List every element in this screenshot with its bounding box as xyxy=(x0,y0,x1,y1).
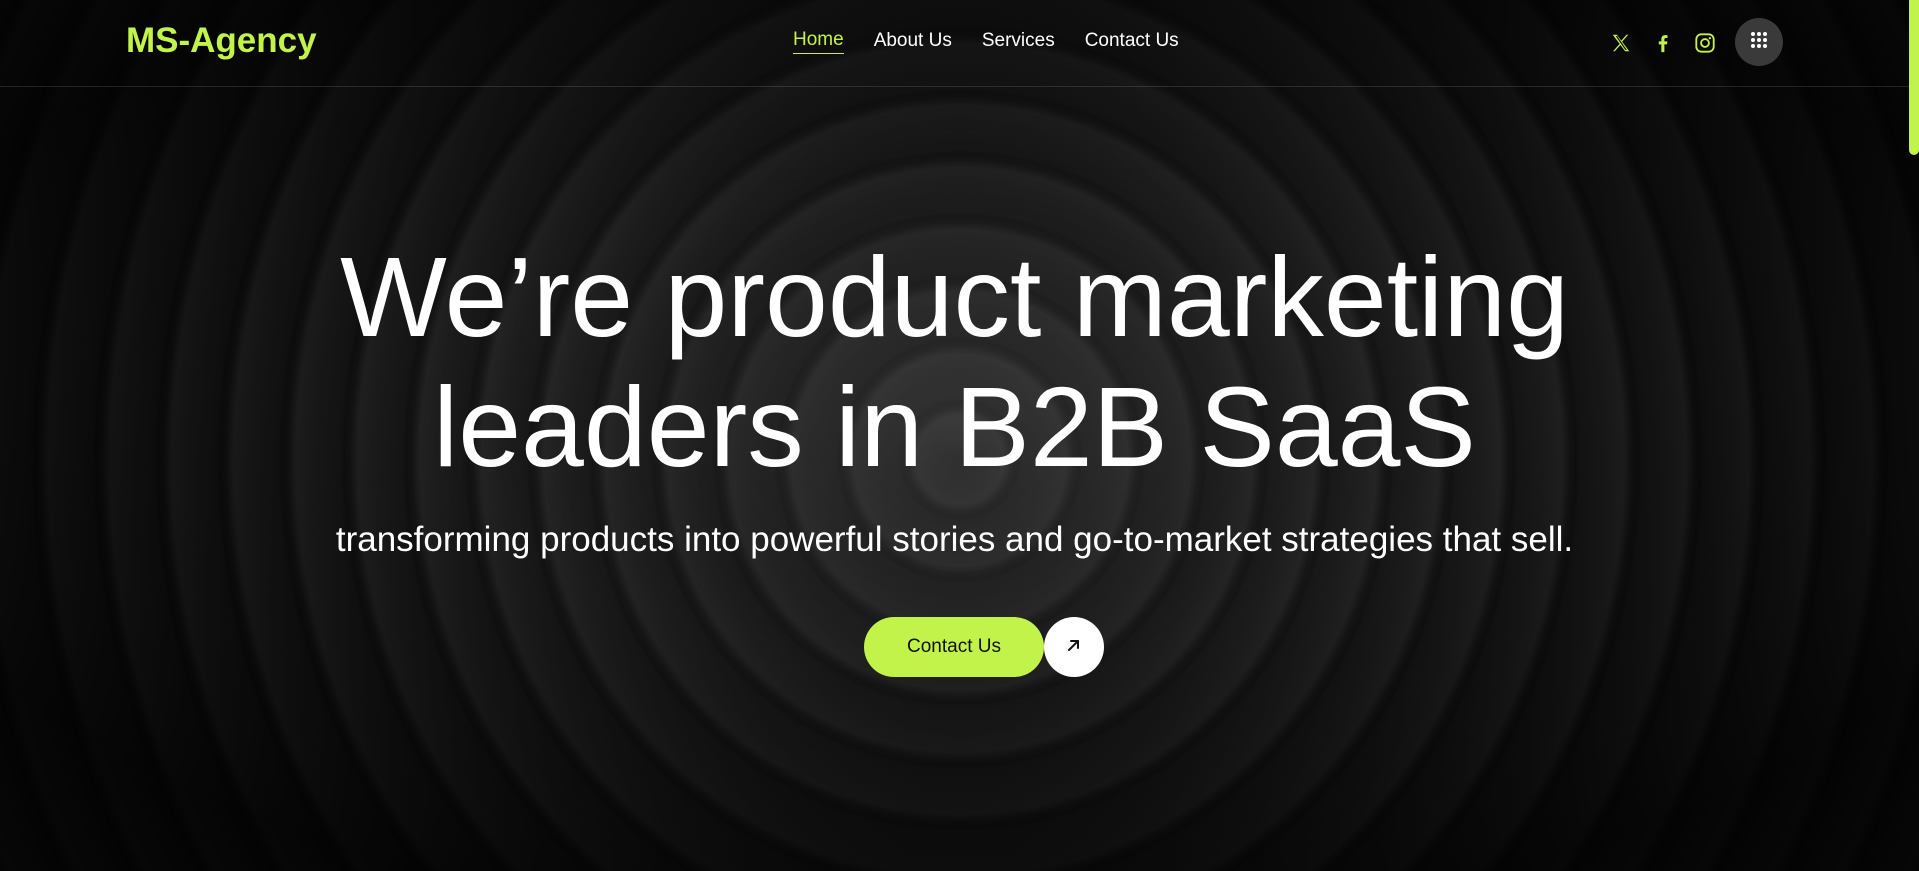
nav-item-services[interactable]: Services xyxy=(982,28,1055,54)
arrow-up-right-icon xyxy=(1065,636,1083,659)
hero-title: We’re product marketing leaders in B2B S… xyxy=(0,232,1909,492)
nav-item-about-us[interactable]: About Us xyxy=(874,28,952,54)
hero-title-line-2: leaders in B2B SaaS xyxy=(433,364,1476,490)
hero-subtitle: transforming products into powerful stor… xyxy=(335,520,1574,559)
page: MS-Agency Home About Us Services Contact… xyxy=(0,0,1919,871)
instagram-icon[interactable] xyxy=(1684,22,1726,64)
grid-menu-button[interactable] xyxy=(1735,18,1783,66)
x-twitter-icon[interactable] xyxy=(1600,22,1642,64)
cta-group: Contact Us xyxy=(864,617,1104,677)
main-nav: Home About Us Services Contact Us xyxy=(793,28,1179,54)
scrollbar-thumb[interactable] xyxy=(1909,0,1919,155)
facebook-icon[interactable] xyxy=(1642,22,1684,64)
nav-item-contact-us[interactable]: Contact Us xyxy=(1085,28,1179,54)
social-links xyxy=(1600,22,1726,64)
grid-menu-icon xyxy=(1749,30,1769,55)
hero-title-line-1: We’re product marketing xyxy=(340,234,1569,360)
nav-item-home[interactable]: Home xyxy=(793,28,844,54)
logo[interactable]: MS-Agency xyxy=(126,20,317,62)
contact-us-button[interactable]: Contact Us xyxy=(864,617,1044,677)
cta-arrow-button[interactable] xyxy=(1044,617,1104,677)
site-header: MS-Agency Home About Us Services Contact… xyxy=(0,0,1919,87)
